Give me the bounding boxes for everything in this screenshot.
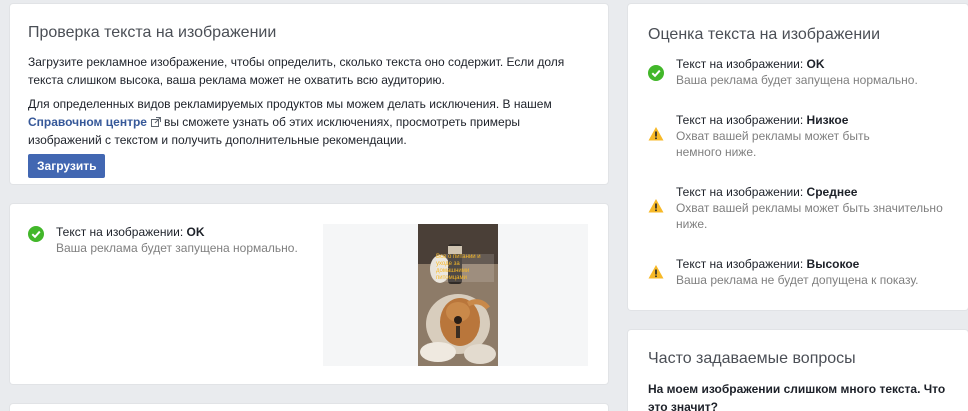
upload-button[interactable]: Загрузить: [28, 154, 106, 178]
text-check-card: Проверка текста на изображении Загрузите…: [10, 4, 608, 184]
rating-item-label: Текст на изображении:: [676, 57, 807, 71]
rating-item-description: Ваша реклама будет запущена нормально.: [676, 73, 918, 87]
text-check-intro: Загрузите рекламное изображение, чтобы о…: [28, 55, 565, 87]
image-preview-area: Все о питании и уходе за домашними питом…: [323, 224, 588, 366]
warning-icon: [648, 127, 664, 141]
image-caption-overlay: Все о питании и уходе за домашними питом…: [436, 254, 494, 282]
help-center-link[interactable]: Справочном центре: [28, 115, 147, 129]
exceptions-text-before: Для определенных видов рекламируемых про…: [28, 97, 552, 111]
external-link-icon: [150, 114, 161, 127]
result-status: Текст на изображении: OK Ваша реклама бу…: [28, 224, 318, 264]
rating-item-ok: Текст на изображении: OK Ваша реклама бу…: [648, 56, 958, 92]
result-status-heading: Текст на изображении: OK: [56, 224, 316, 240]
rating-item-medium: Текст на изображении: Среднее Охват ваше…: [648, 184, 958, 236]
rating-card: Оценка текста на изображении Текст на из…: [628, 4, 968, 310]
rating-item-heading: Текст на изображении: OK: [676, 56, 958, 72]
result-card: Текст на изображении: OK Ваша реклама бу…: [10, 204, 608, 384]
rating-item-high: Текст на изображении: Высокое Ваша рекла…: [648, 256, 958, 292]
uploaded-image: Все о питании и уходе за домашними питом…: [418, 224, 498, 366]
check-icon: [28, 226, 44, 242]
rating-item-description: Охват вашей рекламы может быть немного н…: [676, 129, 870, 159]
rating-item-label: Текст на изображении:: [676, 113, 807, 127]
text-check-exceptions: Для определенных видов рекламируемых про…: [28, 95, 596, 149]
dog-photo-illustration: [418, 224, 498, 366]
rating-item-description: Ваша реклама не будет допущена к показу.: [676, 273, 919, 287]
result-status-description: Ваша реклама будет запущена нормально.: [56, 241, 298, 255]
rating-item-value: OK: [806, 57, 825, 71]
rating-item-description: Охват вашей рекламы может быть значитель…: [676, 201, 943, 231]
faq-title: Часто задаваемые вопросы: [648, 350, 856, 367]
result-status-value: OK: [186, 225, 205, 239]
bottom-card: [10, 404, 608, 411]
check-icon: [648, 65, 664, 81]
rating-item-label: Текст на изображении:: [676, 185, 807, 199]
text-check-title: Проверка текста на изображении: [28, 24, 277, 41]
result-status-label: Текст на изображении:: [56, 225, 187, 239]
rating-item-value: Среднее: [806, 185, 858, 199]
faq-question[interactable]: На моем изображении слишком много текста…: [648, 380, 948, 411]
rating-item-heading: Текст на изображении: Среднее: [676, 184, 958, 200]
rating-item-value: Низкое: [806, 113, 849, 127]
faq-card: Часто задаваемые вопросы На моем изображ…: [628, 330, 968, 411]
rating-item-value: Высокое: [806, 257, 860, 271]
rating-item-heading: Текст на изображении: Низкое: [676, 112, 936, 128]
rating-item-label: Текст на изображении:: [676, 257, 807, 271]
rating-item-low: Текст на изображении: Низкое Охват вашей…: [648, 112, 958, 164]
rating-title: Оценка текста на изображении: [648, 26, 881, 43]
warning-icon: [648, 265, 664, 279]
warning-icon: [648, 199, 664, 213]
rating-item-heading: Текст на изображении: Высокое: [676, 256, 958, 272]
